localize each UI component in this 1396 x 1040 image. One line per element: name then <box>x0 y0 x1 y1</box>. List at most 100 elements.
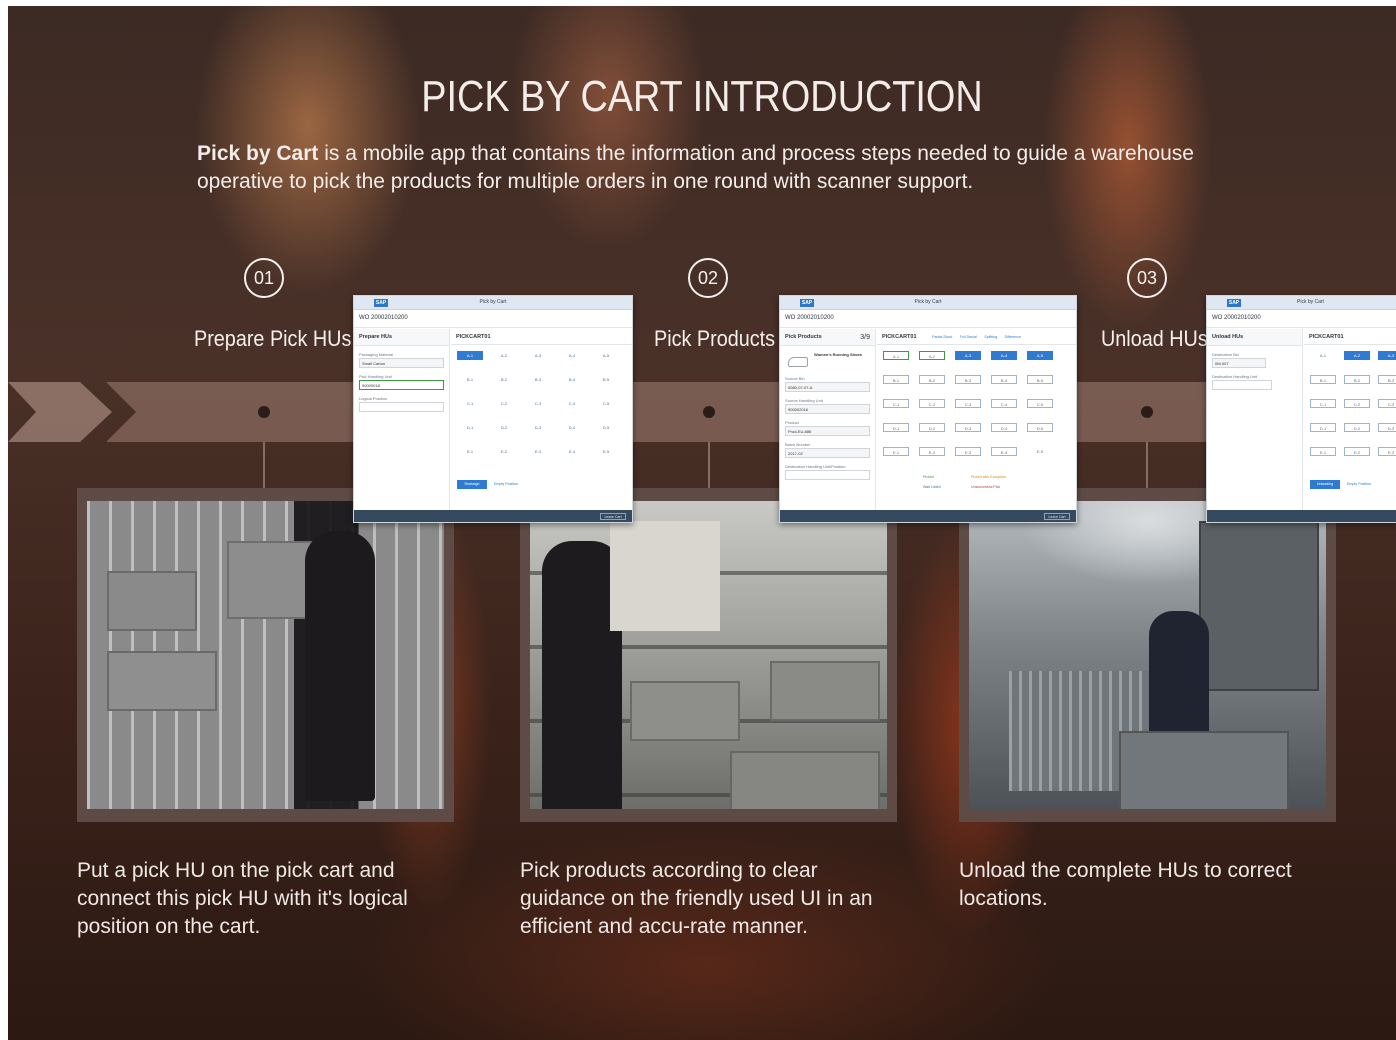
cart-position-cell[interactable]: B-4 <box>559 375 585 384</box>
cart-position-cell[interactable]: B-1 <box>457 375 483 384</box>
field-input[interactable]: 0M-007 <box>1212 358 1266 368</box>
cart-position-cell[interactable]: B-4 <box>991 375 1017 384</box>
cart-position-cell[interactable]: A-4 <box>991 351 1017 360</box>
cart-position-cell[interactable]: E-2 <box>491 447 517 456</box>
cart-position-cell[interactable]: B-2 <box>491 375 517 384</box>
cart-position-cell[interactable]: E-3 <box>955 447 981 456</box>
cart-position-cell[interactable]: B-2 <box>1344 375 1370 384</box>
cart-position-cell[interactable]: E-4 <box>559 447 585 456</box>
field-input[interactable]: Small Carton <box>359 358 444 368</box>
cart-position-cell[interactable]: C-1 <box>457 399 483 408</box>
field-input[interactable]: Prod-EU-886 <box>785 426 870 436</box>
cart-position-cell[interactable]: B-2 <box>919 375 945 384</box>
cart-position-cell[interactable]: A-3 <box>525 351 551 360</box>
cart-position-cell[interactable]: B-3 <box>955 375 981 384</box>
cart-position-cell[interactable]: D-1 <box>883 423 909 432</box>
cart-position-cell[interactable]: C-2 <box>1344 399 1370 408</box>
cart-position-cell[interactable]: D-2 <box>919 423 945 432</box>
cart-position-cell[interactable]: A-1 <box>457 351 483 360</box>
cart-position-cell[interactable]: E-5 <box>1027 447 1053 456</box>
left-header: Unload HUs <box>1207 329 1302 346</box>
reassign-button[interactable]: Reassign <box>457 480 487 489</box>
cart-position-cell[interactable]: C-1 <box>1310 399 1336 408</box>
leave-cart-button[interactable]: Leave Cart <box>600 513 626 520</box>
empty-position-button[interactable]: Empty Position <box>491 480 521 489</box>
app-title: Pick by Cart <box>479 299 507 305</box>
cart-position-cell[interactable]: E-5 <box>593 447 619 456</box>
step-caption: Put a pick HU on the pick cart and conne… <box>77 859 408 938</box>
cart-position-cell[interactable]: A-4 <box>559 351 585 360</box>
crate-shape <box>730 751 880 809</box>
cart-position-cell[interactable]: B-3 <box>525 375 551 384</box>
cart-position-cell[interactable]: A-2 <box>491 351 517 360</box>
cart-position-cell[interactable]: A-2 <box>1344 351 1370 360</box>
field-label: Packaging Material <box>359 352 394 357</box>
cart-position-cell[interactable]: E-1 <box>457 447 483 456</box>
cart-position-cell[interactable]: A-3 <box>1378 351 1396 360</box>
field-input[interactable]: 900002016 <box>785 404 870 414</box>
step-photo-frame <box>77 488 454 822</box>
sap-logo-icon: SAP <box>1227 299 1241 307</box>
field-input[interactable] <box>785 470 870 480</box>
cart-position-cell[interactable]: C-4 <box>991 399 1017 408</box>
tab-splitting[interactable]: Splitting <box>984 335 997 339</box>
cart-position-cell[interactable]: C-3 <box>1378 399 1396 408</box>
app-shell-bar: SAP Pick by Cart <box>354 296 632 310</box>
field-input[interactable]: 0080-07-07-A <box>785 382 870 392</box>
cart-position-cell[interactable]: D-1 <box>457 423 483 432</box>
cart-position-cell[interactable]: B-5 <box>1027 375 1053 384</box>
cart-position-cell[interactable]: D-2 <box>491 423 517 432</box>
cart-position-cell[interactable]: D-3 <box>1378 423 1396 432</box>
cart-position-cell[interactable]: A-2 <box>919 351 945 360</box>
empty-position-button[interactable]: Empty Position <box>1344 480 1374 489</box>
cart-position-cell[interactable]: A-5 <box>1027 351 1053 360</box>
cart-position-cell[interactable]: D-5 <box>1027 423 1053 432</box>
cart-position-cell[interactable]: C-2 <box>491 399 517 408</box>
page-title: PICK BY CART INTRODUCTION <box>421 72 983 121</box>
field-label: Batch Number <box>785 442 811 447</box>
crate-shape <box>630 681 740 741</box>
cart-position-cell[interactable]: E-3 <box>525 447 551 456</box>
cart-position-cell[interactable]: B-3 <box>1378 375 1396 384</box>
cart-position-cell[interactable]: D-1 <box>1310 423 1336 432</box>
field-input[interactable] <box>1212 380 1272 390</box>
cart-position-cell[interactable]: D-4 <box>991 423 1017 432</box>
cart-position-cell[interactable]: B-1 <box>883 375 909 384</box>
cart-position-cell[interactable]: C-3 <box>525 399 551 408</box>
app-shell-bar: SAP Pick by Cart <box>1207 296 1396 310</box>
app-title: Pick by Cart <box>914 299 942 305</box>
unloading-button[interactable]: Unloading <box>1310 480 1340 489</box>
field-input[interactable] <box>359 402 444 412</box>
app-title: Pick by Cart <box>1297 299 1324 305</box>
cart-position-cell[interactable]: D-4 <box>559 423 585 432</box>
leave-cart-button[interactable]: Leave Cart <box>1044 513 1070 520</box>
cart-position-cell[interactable]: A-3 <box>955 351 981 360</box>
cart-position-cell[interactable]: D-3 <box>525 423 551 432</box>
cart-position-cell[interactable]: B-5 <box>593 375 619 384</box>
cart-position-cell[interactable]: D-3 <box>955 423 981 432</box>
cart-position-cell[interactable]: A-5 <box>593 351 619 360</box>
cart-position-cell[interactable]: E-2 <box>919 447 945 456</box>
cart-position-cell[interactable]: D-2 <box>1344 423 1370 432</box>
cart-position-cell[interactable]: E-4 <box>991 447 1017 456</box>
field-input[interactable]: 90000018 <box>359 380 444 390</box>
cart-position-cell[interactable]: A-1 <box>1310 351 1336 360</box>
warehouse-photo-unload <box>969 501 1326 809</box>
field-input[interactable]: 2017-02 <box>785 448 870 458</box>
cart-position-cell[interactable]: C-1 <box>883 399 909 408</box>
cart-position-cell[interactable]: E-3 <box>1378 447 1396 456</box>
cart-position-cell[interactable]: D-5 <box>593 423 619 432</box>
cart-position-cell[interactable]: C-5 <box>593 399 619 408</box>
cart-position-cell[interactable]: B-1 <box>1310 375 1336 384</box>
cart-position-cell[interactable]: E-1 <box>883 447 909 456</box>
cart-position-cell[interactable]: E-1 <box>1310 447 1336 456</box>
cart-position-cell[interactable]: E-2 <box>1344 447 1370 456</box>
tab-partial-stock[interactable]: Partial Stock <box>932 335 952 339</box>
cart-position-cell[interactable]: C-2 <box>919 399 945 408</box>
tab-full-denial[interactable]: Full Denial <box>960 335 977 339</box>
tab-difference[interactable]: Difference <box>1005 335 1021 339</box>
cart-position-cell[interactable]: C-4 <box>559 399 585 408</box>
cart-position-cell[interactable]: C-5 <box>1027 399 1053 408</box>
cart-position-cell[interactable]: A-1 <box>883 351 909 360</box>
cart-position-cell[interactable]: C-3 <box>955 399 981 408</box>
